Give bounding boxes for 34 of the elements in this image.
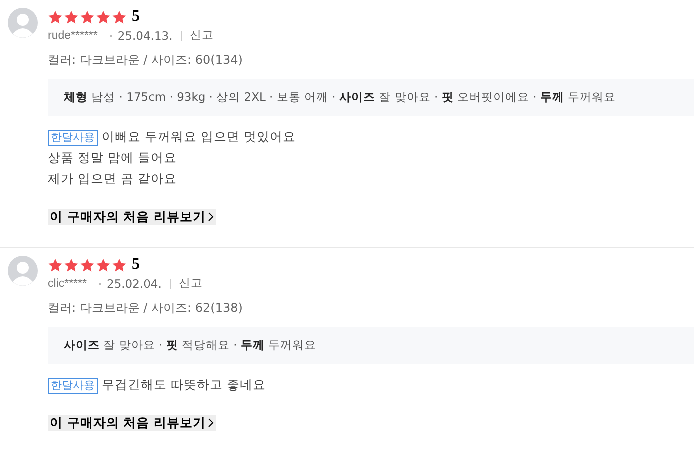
star-icon — [96, 258, 111, 272]
star-icon — [112, 10, 127, 24]
review-date: 25.02.04. — [107, 276, 162, 290]
star-icon — [96, 10, 111, 24]
report-link[interactable]: 신고 — [190, 28, 214, 43]
star-icon — [80, 10, 95, 24]
report-link[interactable]: 신고 — [178, 276, 203, 291]
chevron-right-icon — [208, 212, 214, 222]
avatar-silhouette-icon — [8, 8, 38, 38]
details-text: 사이즈 잘 맞아요 · 핏 적당해요 · 두께 두꺼워요 — [48, 327, 694, 364]
username: rude****** — [48, 30, 98, 42]
chevron-right-icon — [208, 418, 214, 428]
usage-tag: 한달사용 — [48, 378, 98, 394]
star-icon — [48, 10, 63, 24]
option-text: 컬러: 다크브라운 / 사이즈: 62(138) — [48, 300, 244, 317]
first-review-link[interactable]: 이 구매자의 처음 리뷰보기 — [48, 209, 216, 225]
review-text: 무겁긴해도 따뜻하고 좋네요 — [102, 377, 266, 392]
details-text: 체형 남성 · 175cm · 93kg · 상의 2XL · 보통 어깨 · 사이즈 잘 맞아요 · 핏 오버핏이에요 · 두께 두꺼워요 — [48, 79, 694, 116]
star-icon — [80, 258, 95, 272]
star-icon — [64, 10, 79, 24]
review-text: 이뻐요 두꺼워요 입으면 멋있어요 — [102, 129, 296, 144]
usage-tag: 한달사용 — [48, 130, 98, 146]
review-text: 제가 입으면 곰 같아요 — [48, 171, 177, 186]
star-icon — [48, 258, 63, 272]
username: clic***** — [48, 278, 87, 290]
rating-score: 5 — [132, 8, 140, 26]
star-icon — [64, 258, 79, 272]
star-icon — [112, 258, 127, 272]
review-text: 상품 정말 맘에 들어요 — [48, 150, 177, 165]
review-date: 25.04.13. — [118, 28, 173, 42]
avatar-silhouette-icon — [8, 256, 38, 286]
rating-score: 5 — [132, 256, 140, 274]
option-text: 컬러: 다크브라운 / 사이즈: 60(134) — [48, 52, 244, 69]
first-review-link[interactable]: 이 구매자의 처음 리뷰보기 — [48, 415, 216, 431]
